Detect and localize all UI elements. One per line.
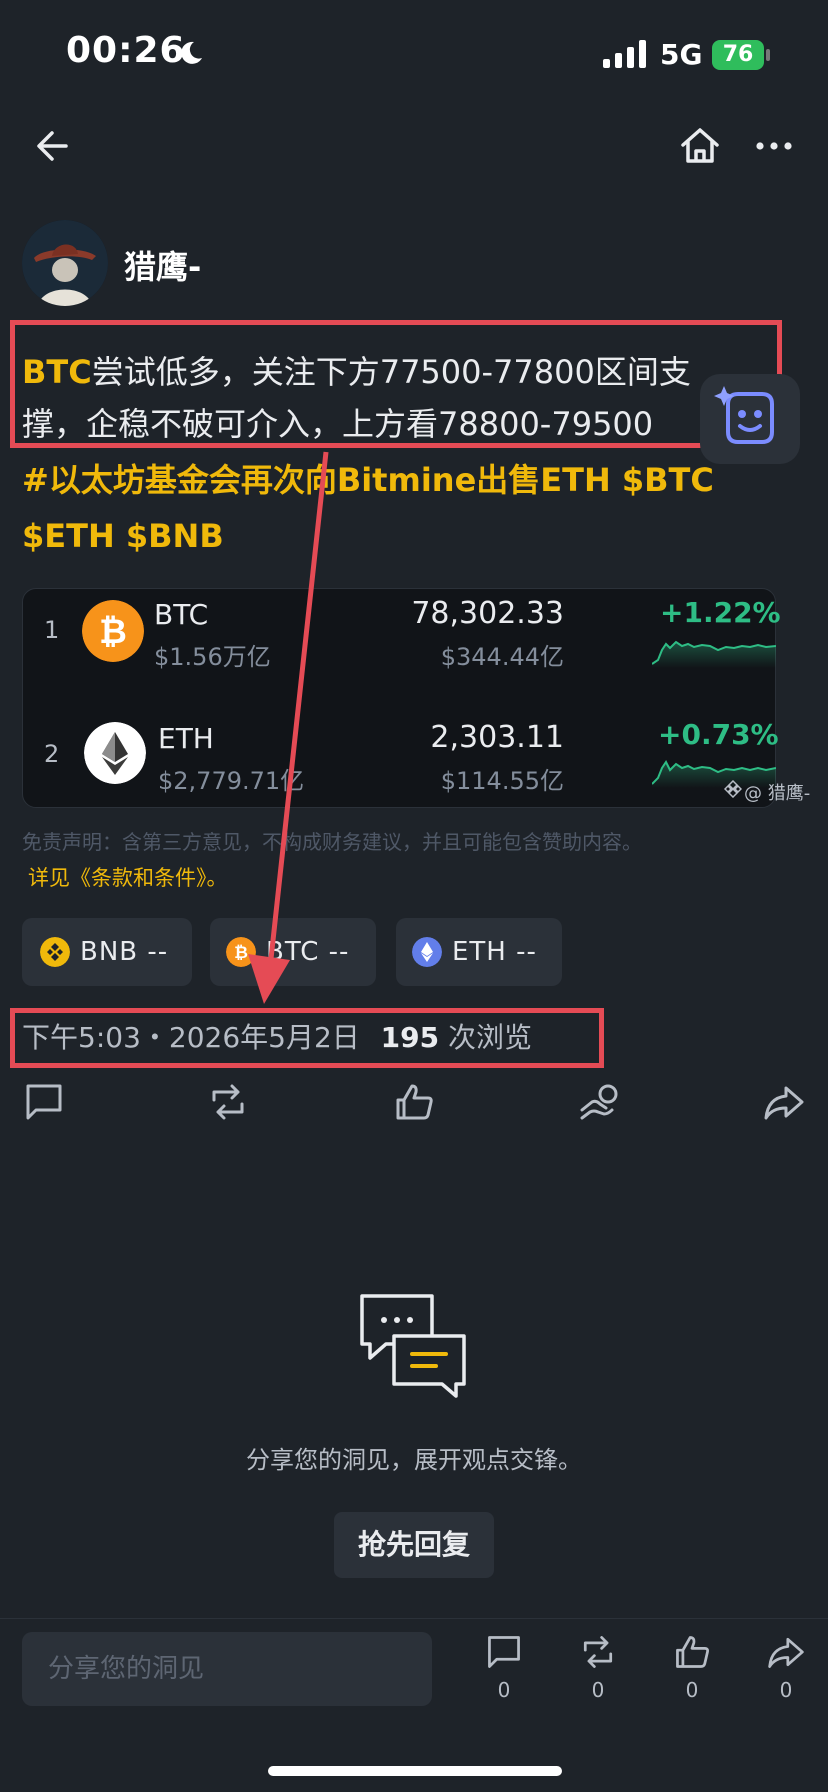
chip-eth[interactable]: ETH -- [396, 918, 562, 986]
like-icon[interactable] [392, 1080, 436, 1124]
author-avatar[interactable] [22, 220, 108, 306]
card-watermark: @ 猎鹰- [744, 783, 811, 804]
ai-face-icon [714, 386, 774, 444]
back-arrow-icon[interactable] [32, 124, 76, 168]
rank-label: 2 [44, 740, 60, 768]
coin-symbol: ETH [158, 722, 214, 755]
comment-icon[interactable] [22, 1080, 66, 1124]
coin-volume: $344.44亿 [440, 643, 564, 671]
ai-assistant-button[interactable] [700, 374, 800, 464]
chip-label: BNB -- [80, 937, 169, 967]
empty-state-text: 分享您的洞见，展开观点交锋。 [246, 1446, 582, 1474]
coin-price: 78,302.33 [411, 596, 564, 631]
share-input[interactable] [22, 1632, 432, 1706]
rank-label: 1 [44, 616, 60, 644]
coin-change: +0.73% [658, 718, 779, 751]
like-icon[interactable] [672, 1632, 712, 1672]
chip-bnb[interactable]: BNB -- [22, 918, 192, 986]
annotation-box-meta [10, 1008, 604, 1068]
repost-count: 0 [591, 1678, 605, 1702]
coin-price: 2,303.11 [430, 720, 564, 755]
annotation-box-post [10, 320, 782, 448]
author-name[interactable]: 猎鹰- [124, 242, 201, 288]
cashtags-line[interactable]: $ETH $BNB [22, 510, 792, 562]
chip-label: BTC -- [266, 937, 350, 967]
svg-text:₿: ₿ [99, 612, 127, 652]
chip-btc[interactable]: ₿ BTC -- [210, 918, 376, 986]
coin-market-cap: $1.56万亿 [154, 643, 271, 671]
coin-volume: $114.55亿 [440, 767, 564, 795]
network-label: 5G [660, 38, 703, 71]
svg-text:₿: ₿ [234, 943, 248, 963]
comment-icon[interactable] [484, 1632, 524, 1672]
coin-symbol: BTC [154, 598, 209, 631]
hashtag-line[interactable]: #以太坊基金会再次向Bitmine出售ETH $BTC [22, 454, 792, 506]
repost-icon[interactable] [206, 1080, 250, 1124]
binance-icon [724, 780, 742, 798]
moon-icon [181, 41, 202, 64]
signal-icon [603, 40, 646, 68]
coin-market-cap: $2,779.71亿 [158, 767, 305, 795]
avatar-image [22, 220, 108, 306]
share-icon[interactable] [766, 1632, 806, 1672]
empty-comments-icon [360, 1294, 466, 1398]
repost-icon[interactable] [578, 1632, 618, 1672]
battery-indicator: 76 [712, 40, 764, 70]
status-time: 00:26 [66, 30, 186, 71]
more-icon[interactable] [752, 124, 796, 168]
disclaimer-text: 免责声明：含第三方意见，不构成财务建议，并且可能包含赞助内容。 [22, 830, 642, 854]
share-icon[interactable] [762, 1080, 806, 1124]
eth-logo-icon [84, 722, 146, 784]
bnb-logo-icon [40, 937, 70, 967]
eth-chip-icon [412, 937, 442, 967]
btc-logo-icon: ₿ [82, 600, 144, 662]
terms-link[interactable]: 详见《条款和条件》。 [28, 862, 228, 892]
btc-chip-icon: ₿ [226, 937, 256, 967]
comment-count: 0 [497, 1678, 511, 1702]
home-icon[interactable] [678, 124, 722, 168]
battery-tip [766, 49, 770, 61]
first-reply-button[interactable]: 抢先回复 [334, 1512, 494, 1578]
home-indicator [268, 1766, 562, 1776]
btc-sparkline [652, 640, 776, 668]
coin-change: +1.22% [660, 596, 781, 629]
chip-label: ETH -- [452, 937, 537, 967]
bottom-divider [0, 1618, 828, 1619]
like-count: 0 [685, 1678, 699, 1702]
share-count: 0 [779, 1678, 793, 1702]
tip-icon[interactable] [578, 1080, 622, 1124]
